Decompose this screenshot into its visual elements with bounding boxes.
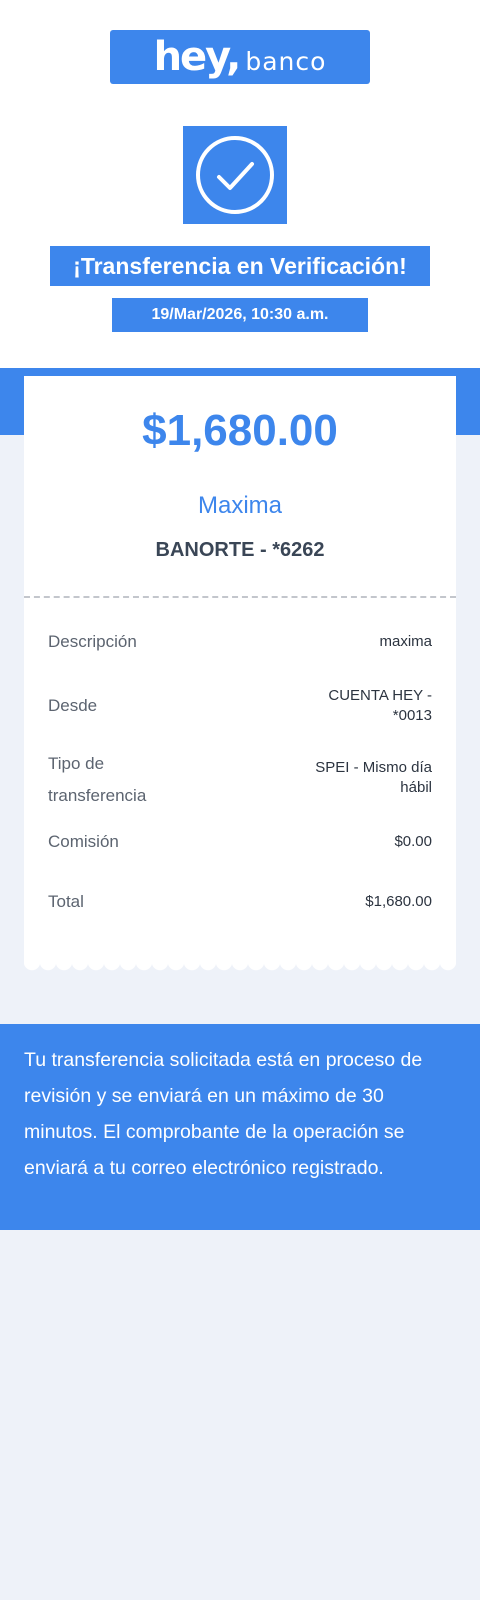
detail-value: maxima: [379, 633, 432, 650]
detail-label: Total: [48, 892, 84, 911]
detail-value: SPEI - Mismo día hábil: [315, 759, 432, 796]
detail-value: CUENTA HEY - *0013: [328, 687, 432, 724]
detail-label: Tipo de transferencia: [48, 754, 147, 805]
status-datetime: 19/Mar/2026, 10:30 a.m.: [112, 298, 368, 332]
recipient-bank: BANORTE - *6262: [155, 539, 325, 561]
check-circle-icon: [196, 136, 274, 214]
detail-label: Desde: [48, 696, 98, 715]
header-section: hey, banco ¡Transferencia en Verificació…: [0, 0, 480, 435]
dashed-divider: [24, 596, 456, 598]
recipient-name: Maxima: [197, 492, 282, 519]
detail-label: Descripción: [48, 632, 137, 651]
receipt-torn-edge: [24, 962, 456, 978]
detail-label: Comisión: [48, 832, 119, 851]
transfer-amount: $1,680.00: [142, 406, 338, 455]
status-icon-container: [183, 126, 287, 224]
detail-value: $0.00: [394, 833, 432, 850]
notice-text: Tu transferencia solicitada está en proc…: [24, 1049, 423, 1179]
brand-suffix: banco: [245, 46, 327, 76]
receipt-card: $1,680.00 Maxima BANORTE - *6262 Descrip…: [24, 376, 456, 962]
detail-value: $1,680.00: [365, 893, 432, 910]
brand-name: hey,: [153, 34, 242, 80]
notice-banner: Tu transferencia solicitada está en proc…: [0, 1024, 480, 1230]
status-title: ¡Transferencia en Verificación!: [50, 246, 430, 286]
brand-logo: hey, banco: [110, 30, 370, 84]
